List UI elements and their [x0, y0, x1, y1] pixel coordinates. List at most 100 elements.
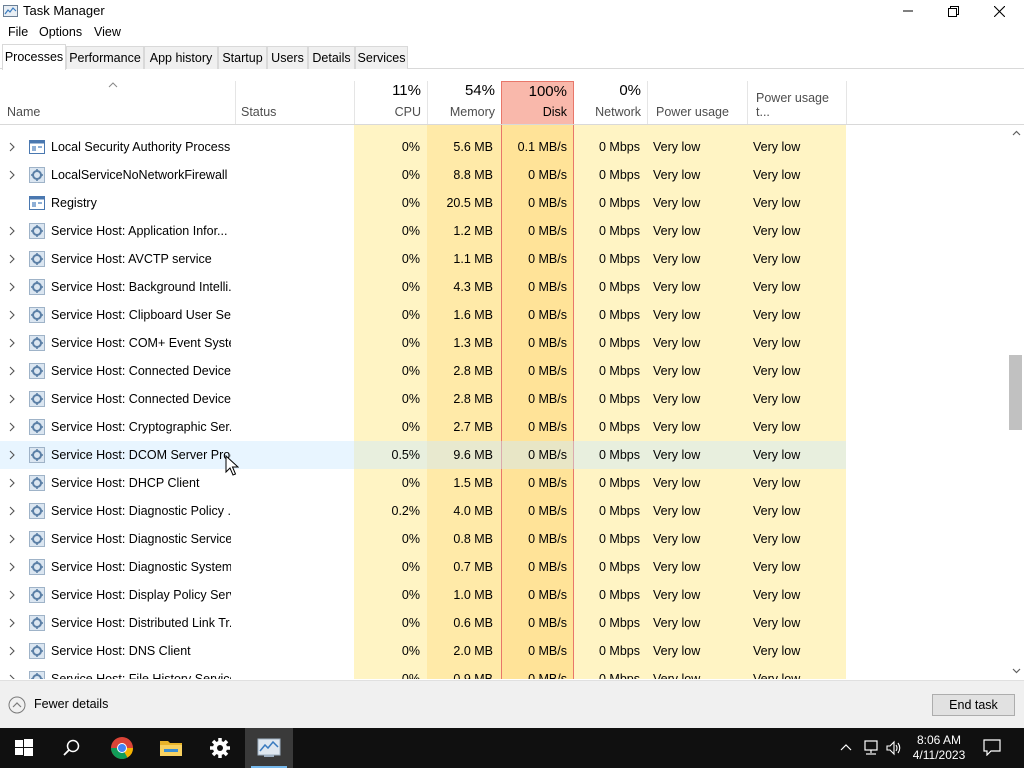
memory-value: 2.7 MB	[453, 420, 493, 434]
expand-chevron-icon[interactable]	[9, 422, 15, 432]
settings-icon	[210, 738, 230, 758]
expand-chevron-icon[interactable]	[9, 562, 15, 572]
process-row[interactable]: Service Host: Diagnostic Service... 0% 0.8…	[0, 525, 846, 553]
tab-services[interactable]: Services	[355, 46, 408, 69]
expand-chevron-icon[interactable]	[9, 170, 15, 180]
expand-chevron-icon[interactable]	[9, 534, 15, 544]
column-divider[interactable]	[747, 81, 748, 124]
expand-chevron-icon[interactable]	[9, 366, 15, 376]
expand-chevron-icon[interactable]	[9, 674, 15, 679]
expand-chevron-icon[interactable]	[9, 506, 15, 516]
tab-app-history[interactable]: App history	[144, 46, 218, 69]
cpu-value: 0%	[401, 336, 420, 350]
column-disk[interactable]: 100% Disk	[501, 81, 574, 124]
process-row[interactable]: Service Host: Diagnostic System... 0% 0.7 …	[0, 553, 846, 581]
process-row[interactable]: Service Host: Clipboard User Ser... 0% 1.6…	[0, 301, 846, 329]
process-row[interactable]: Service Host: DHCP Client 0% 1.5 MB 0 MB/s 0…	[0, 469, 846, 497]
process-row[interactable]: Service Host: Distributed Link Tr... 0% 0.…	[0, 609, 846, 637]
task-manager-window: Task Manager File Options View Processes…	[0, 0, 1024, 768]
volume-icon[interactable]	[886, 740, 902, 756]
tab-users[interactable]: Users	[267, 46, 308, 69]
expand-chevron-icon[interactable]	[9, 338, 15, 348]
taskbar-clock[interactable]: 8:06 AM 4/11/2023	[912, 733, 966, 763]
scroll-up-icon[interactable]	[1012, 130, 1021, 136]
process-row[interactable]: Service Host: COM+ Event Syste... 0% 1.3 M…	[0, 329, 846, 357]
disk-value: 0 MB/s	[528, 672, 567, 679]
scrollbar-thumb[interactable]	[1009, 355, 1022, 430]
tab-details[interactable]: Details	[308, 46, 355, 69]
expand-chevron-icon[interactable]	[9, 590, 15, 600]
expand-chevron-icon[interactable]	[9, 394, 15, 404]
network-icon[interactable]	[863, 740, 879, 755]
search-button[interactable]	[48, 728, 96, 768]
process-row[interactable]: LocalServiceNoNetworkFirewall ... 0% 8.8 M…	[0, 161, 846, 189]
column-divider[interactable]	[647, 81, 648, 124]
column-divider[interactable]	[846, 81, 847, 124]
close-button[interactable]	[976, 0, 1022, 22]
expand-chevron-icon[interactable]	[9, 282, 15, 292]
show-hidden-icons-icon[interactable]	[840, 743, 852, 751]
service-gear-icon	[29, 363, 45, 379]
notifications-icon[interactable]	[983, 739, 1001, 756]
column-memory[interactable]: 54% Memory	[427, 69, 501, 124]
cpu-value: 0%	[401, 364, 420, 378]
expand-chevron-icon[interactable]	[9, 142, 15, 152]
expand-chevron-icon[interactable]	[9, 478, 15, 488]
start-button[interactable]	[0, 728, 48, 768]
process-row[interactable]: Service Host: Application Infor... 0% 1.2 …	[0, 217, 846, 245]
end-task-button[interactable]: End task	[932, 694, 1015, 716]
tab-startup[interactable]: Startup	[218, 46, 267, 69]
menu-options[interactable]: Options	[39, 25, 82, 39]
process-row[interactable]: Service Host: File History Service 0% 0.9 …	[0, 665, 846, 679]
disk-value: 0 MB/s	[528, 280, 567, 294]
column-status[interactable]: Status	[235, 69, 354, 124]
power-usage-value: Very low	[653, 672, 701, 679]
column-power-usage-label: Power usage	[656, 105, 729, 119]
expand-chevron-icon[interactable]	[9, 450, 15, 460]
chrome-button[interactable]	[98, 728, 146, 768]
column-power-usage-trend[interactable]: Power usage t...	[750, 69, 846, 124]
column-cpu[interactable]: 11% CPU	[354, 69, 427, 124]
expand-chevron-icon[interactable]	[9, 226, 15, 236]
menu-view[interactable]: View	[94, 25, 121, 39]
expand-chevron-icon[interactable]	[9, 618, 15, 628]
column-network[interactable]: 0% Network	[574, 69, 647, 124]
tab-processes[interactable]: Processes	[2, 44, 66, 70]
expand-chevron-icon[interactable]	[9, 254, 15, 264]
fewer-details-link[interactable]: Fewer details	[34, 697, 108, 711]
column-cpu-label: CPU	[394, 105, 421, 119]
process-row[interactable]: Local Security Authority Process... 0% 5.6…	[0, 133, 846, 161]
process-row[interactable]: Service Host: Diagnostic Policy ... 0.2% 4…	[0, 497, 846, 525]
network-total-percent: 0%	[619, 82, 641, 99]
fewer-details-icon[interactable]	[8, 696, 26, 714]
process-row[interactable]: Service Host: DNS Client 0% 2.0 MB 0 MB/s 0 …	[0, 637, 846, 665]
network-value: 0 Mbps	[599, 476, 640, 490]
disk-value: 0 MB/s	[528, 532, 567, 546]
menu-file[interactable]: File	[8, 25, 28, 39]
process-row[interactable]: Service Host: AVCTP service 0% 1.1 MB 0 MB/…	[0, 245, 846, 273]
process-row[interactable]: Registry 0% 20.5 MB 0 MB/s 0 Mbps Very low Ver…	[0, 189, 846, 217]
file-explorer-button[interactable]	[147, 728, 195, 768]
expand-chevron-icon[interactable]	[9, 646, 15, 656]
expand-chevron-icon[interactable]	[9, 310, 15, 320]
process-row[interactable]: Service Host: Connected Device... 0% 2.8 M…	[0, 385, 846, 413]
process-row[interactable]: Service Host: DCOM Server Proc... 0.5% 9.6…	[0, 441, 846, 469]
cpu-value: 0%	[401, 644, 420, 658]
settings-button[interactable]	[196, 728, 244, 768]
task-manager-taskbar-button[interactable]	[245, 728, 293, 768]
process-name: Service Host: Distributed Link Tr...	[51, 616, 231, 630]
minimize-button[interactable]	[885, 0, 931, 22]
tab-performance[interactable]: Performance	[66, 46, 144, 69]
power-usage-trend-value: Very low	[753, 504, 801, 518]
column-name[interactable]: Name	[0, 69, 235, 124]
memory-value: 0.6 MB	[453, 616, 493, 630]
process-row[interactable]: Service Host: Display Policy Serv... 0% 1.…	[0, 581, 846, 609]
power-usage-trend-value: Very low	[753, 336, 801, 350]
process-row[interactable]: Service Host: Cryptographic Ser... 0% 2.7 …	[0, 413, 846, 441]
scroll-down-icon[interactable]	[1012, 668, 1021, 674]
disk-value: 0 MB/s	[528, 168, 567, 182]
restore-button[interactable]	[930, 0, 976, 22]
process-row[interactable]: Service Host: Connected Device... 0% 2.8 M…	[0, 357, 846, 385]
process-row[interactable]: Service Host: Background Intelli... 0% 4.3…	[0, 273, 846, 301]
column-power-usage[interactable]: Power usage	[650, 69, 747, 124]
